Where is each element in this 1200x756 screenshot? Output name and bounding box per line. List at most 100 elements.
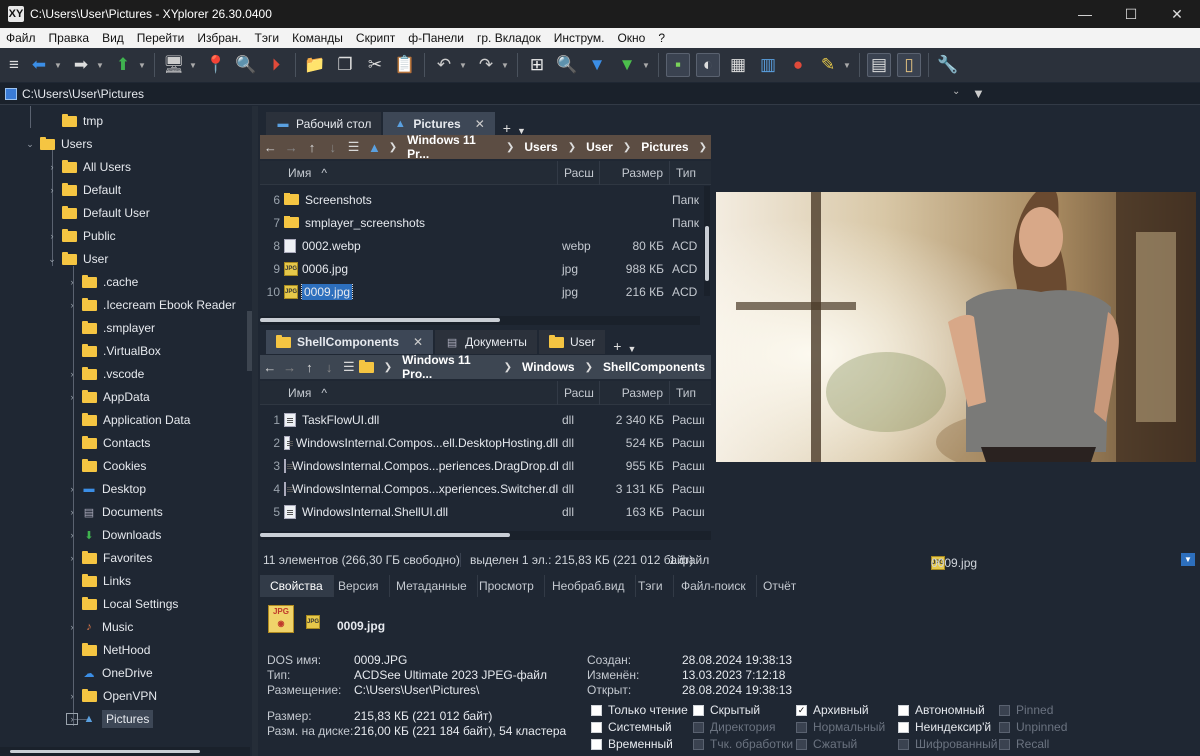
tree-item[interactable]: Links (66, 570, 131, 592)
tree-item[interactable]: .smplayer (66, 317, 155, 339)
tab-preview[interactable]: Просмотр (469, 575, 545, 597)
paste-icon[interactable]: 📋 (393, 53, 417, 77)
file-row[interactable]: 2 WindowsInternal.Compos...ell.DesktopHos… (260, 431, 704, 454)
tree-item[interactable]: › .cache (66, 271, 138, 293)
tree-item[interactable]: ☁ OneDrive (66, 662, 153, 684)
column-size[interactable]: Размер (600, 380, 670, 405)
cut-icon[interactable]: ✂ (363, 53, 387, 77)
tree-item[interactable]: Cookies (66, 455, 146, 477)
address-dropdown-icon[interactable]: ⌄ (952, 86, 960, 97)
tree-item[interactable]: Default User (46, 202, 150, 224)
tree-item[interactable]: › ⬇ Downloads (66, 524, 162, 546)
tree-item[interactable]: › ♪ Music (66, 616, 134, 638)
chevron-right-icon[interactable]: › (66, 553, 78, 563)
file-row[interactable]: 5 WindowsInternal.ShellUI.dll dll 163 КБ Рас… (260, 500, 704, 523)
tree-item[interactable]: Application Data (66, 409, 190, 431)
info-panel-toggle-icon[interactable]: ▼ (1181, 553, 1195, 566)
chevron-down-icon[interactable]: ⌄ (46, 254, 58, 265)
crumb-users[interactable]: Users (524, 140, 557, 154)
dual-pane-icon[interactable]: ▤ (867, 53, 891, 77)
color-filter-icon[interactable]: ● (786, 53, 810, 77)
tree-item[interactable]: ⌄ Users (24, 133, 92, 155)
tab-file-find[interactable]: Файл-поиск (671, 575, 757, 597)
filter-dropdown[interactable]: ▼ (642, 61, 650, 70)
file-row[interactable]: 10 JPG 0009.jpg jpg 216 КБ ACD (260, 280, 704, 303)
highlighter-icon[interactable]: ✎ (816, 53, 840, 77)
tree-item[interactable]: › Public (46, 225, 116, 247)
menu-lines-icon[interactable]: ☰ (339, 359, 359, 375)
new-tab-icon[interactable]: + (613, 338, 621, 354)
chevron-right-icon[interactable]: › (66, 507, 78, 517)
up-arrow-icon[interactable]: ↑ (300, 360, 320, 375)
calculator-icon[interactable]: ▦ (726, 53, 750, 77)
preview-pane-icon[interactable]: ▯ (897, 53, 921, 77)
tree-item[interactable]: Contacts (66, 432, 150, 454)
tree-item[interactable]: Local Settings (66, 593, 178, 615)
pane1-vscroll[interactable] (704, 186, 710, 296)
tree-item[interactable]: ⌄ User (46, 248, 108, 270)
undo-icon[interactable]: ↶ (432, 53, 456, 77)
menu-view[interactable]: Вид (102, 31, 124, 45)
highlighter-dropdown[interactable]: ▼ (843, 61, 851, 70)
settings-wrench-icon[interactable]: 🔧 (936, 53, 960, 77)
back-icon[interactable]: ⬅ (27, 53, 51, 77)
chevron-right-icon[interactable]: › (66, 392, 78, 402)
tree-item[interactable]: › ▲ Pictures (66, 708, 154, 730)
attribute-checkbox[interactable]: Скрытый (693, 703, 760, 717)
pane2-hscroll-thumb[interactable] (260, 533, 510, 537)
redo-icon[interactable]: ↷ (474, 53, 498, 77)
filter-icon[interactable]: ▼ (585, 53, 609, 77)
file-row[interactable]: 8 0002.webp webp 80 КБ ACD (260, 234, 704, 257)
address-path[interactable]: C:\Users\User\Pictures (22, 87, 144, 101)
grid-view-icon[interactable]: ⊞ (525, 53, 549, 77)
tree-item[interactable]: › AppData (66, 386, 150, 408)
down-arrow-icon[interactable]: ↓ (319, 360, 339, 375)
redo-dropdown[interactable]: ▼ (501, 61, 509, 70)
tree-item[interactable]: › .Icecream Ebook Reader (66, 294, 236, 316)
column-type[interactable]: Тип (670, 161, 711, 185)
tab-desktop[interactable]: ▬ Рабочий стол (266, 112, 382, 136)
filter-funnel-icon[interactable]: ▼ (972, 86, 985, 101)
chevron-right-icon[interactable]: › (66, 713, 78, 725)
address-bar[interactable]: C:\Users\User\Pictures ⌄ ▼ (0, 83, 1200, 105)
pane2-hscroll[interactable] (260, 531, 711, 540)
computer-dropdown[interactable]: ▼ (189, 61, 197, 70)
back-dropdown[interactable]: ▼ (54, 61, 62, 70)
menu-panels[interactable]: ф-Панели (408, 31, 464, 45)
tree-item[interactable]: .VirtualBox (66, 340, 161, 362)
menu-go[interactable]: Перейти (137, 31, 185, 45)
up-icon[interactable]: ⬆ (111, 53, 135, 77)
column-size[interactable]: Размер (600, 160, 670, 185)
tree-item[interactable]: › All Users (46, 156, 131, 178)
crumb-pictures[interactable]: Pictures (641, 140, 688, 154)
forward-dropdown[interactable]: ▼ (96, 61, 104, 70)
chevron-right-icon[interactable]: › (46, 162, 58, 172)
attribute-checkbox[interactable]: Автономный (898, 703, 985, 717)
tree-item[interactable]: tmp (46, 110, 103, 132)
menu-commands[interactable]: Команды (292, 31, 343, 45)
maximize-button[interactable]: ☐ (1108, 0, 1154, 28)
tab-version[interactable]: Версия (328, 575, 390, 597)
forward-arrow-icon[interactable]: → (280, 360, 300, 375)
menu-script[interactable]: Скрипт (356, 31, 395, 45)
file-row[interactable]: 7 smplayer_screenshots Папк (260, 211, 704, 234)
tab-report[interactable]: Отчёт (753, 575, 806, 597)
location-pin-icon[interactable]: 📍 (204, 53, 228, 77)
down-arrow-icon[interactable]: ↓ (322, 140, 343, 155)
tab-shellcomponents[interactable]: ShellComponents ✕ (266, 330, 434, 354)
menu-help[interactable]: ? (658, 31, 665, 45)
find-icon[interactable]: 🔍 (555, 53, 579, 77)
tab-tags[interactable]: Тэги (628, 575, 674, 597)
tab-documents[interactable]: ▤ Документы (435, 330, 537, 354)
minimize-button[interactable]: — (1062, 0, 1108, 28)
menu-lines-icon[interactable]: ☰ (343, 139, 364, 155)
menu-favorites[interactable]: Избран. (197, 31, 241, 45)
hamburger-icon[interactable]: ≡ (7, 53, 21, 77)
folder-tree[interactable]: tmp ⌄ Users › All Users › Default Default User ›… (0, 106, 258, 756)
chevron-right-icon[interactable]: › (66, 691, 78, 701)
close-button[interactable]: ✕ (1154, 0, 1200, 28)
dark-mode-icon[interactable]: ◐ (696, 53, 720, 77)
new-folder-icon[interactable]: 📁 (303, 53, 327, 77)
tab-properties[interactable]: Свойства (260, 575, 334, 597)
tree-item[interactable]: › Favorites (66, 547, 152, 569)
